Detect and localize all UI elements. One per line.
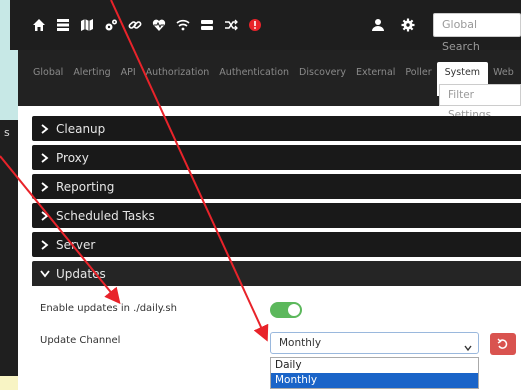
- chevron-down-icon: [40, 269, 52, 278]
- chevron-down-icon: [464, 339, 472, 359]
- updates-section-body: Enable updates in ./daily.sh Update Chan…: [32, 290, 521, 390]
- heartbeat-icon[interactable]: [148, 14, 170, 36]
- update-channel-label: Update Channel: [40, 335, 121, 346]
- section-reporting[interactable]: Reporting: [32, 174, 521, 199]
- section-scheduled-tasks[interactable]: Scheduled Tasks: [32, 203, 521, 228]
- gear-icon[interactable]: [397, 14, 419, 36]
- chevron-right-icon: [40, 152, 52, 163]
- chevron-right-icon: [40, 181, 52, 192]
- nav-icon-group: [28, 14, 268, 36]
- update-channel-dropdown: Daily Monthly: [270, 357, 479, 389]
- section-label: Scheduled Tasks: [56, 208, 155, 223]
- chevron-right-icon: [40, 123, 52, 134]
- section-label: Server: [56, 237, 96, 252]
- tab-global[interactable]: Global: [28, 62, 68, 96]
- reset-to-default-button[interactable]: [490, 333, 516, 355]
- link-icon[interactable]: [124, 14, 146, 36]
- tab-api[interactable]: API: [116, 62, 141, 96]
- undo-icon: [497, 335, 509, 354]
- tab-poller[interactable]: Poller: [400, 62, 436, 96]
- section-label: Cleanup: [56, 121, 106, 136]
- option-daily[interactable]: Daily: [271, 358, 478, 373]
- chevron-right-icon: [40, 210, 52, 221]
- enable-updates-toggle[interactable]: [270, 302, 302, 318]
- section-label: Updates: [56, 266, 106, 281]
- global-search-input[interactable]: Global Search: [433, 13, 521, 53]
- home-icon[interactable]: [28, 14, 50, 36]
- alert-icon[interactable]: [244, 14, 266, 36]
- user-icon[interactable]: [367, 14, 389, 36]
- tab-authorization[interactable]: Authorization: [141, 62, 215, 96]
- tab-external[interactable]: External: [351, 62, 400, 96]
- tab-discovery[interactable]: Discovery: [294, 62, 351, 96]
- section-proxy[interactable]: Proxy: [32, 145, 521, 170]
- section-label: Proxy: [56, 150, 89, 165]
- chevron-right-icon: [40, 239, 52, 250]
- tab-alerting[interactable]: Alerting: [68, 62, 115, 96]
- filter-settings-input[interactable]: Filter Settings: [439, 84, 521, 121]
- section-cleanup[interactable]: Cleanup: [32, 116, 521, 141]
- section-label: Reporting: [56, 179, 115, 194]
- enable-updates-label: Enable updates in ./daily.sh: [40, 303, 177, 314]
- background-window: s: [0, 120, 18, 390]
- top-navbar: Global Search: [10, 0, 521, 53]
- wifi-icon[interactable]: [172, 14, 194, 36]
- option-monthly[interactable]: Monthly: [271, 373, 478, 388]
- tab-authentication[interactable]: Authentication: [214, 62, 294, 96]
- storage-icon[interactable]: [196, 14, 218, 36]
- update-channel-select[interactable]: Monthly: [270, 332, 479, 354]
- update-channel-value: Monthly: [279, 337, 322, 349]
- cogs-icon[interactable]: [100, 14, 122, 36]
- map-icon[interactable]: [76, 14, 98, 36]
- section-server[interactable]: Server: [32, 232, 521, 257]
- section-updates[interactable]: Updates: [32, 261, 521, 286]
- settings-sections: Cleanup Proxy Reporting Scheduled Tasks …: [32, 116, 521, 286]
- random-icon[interactable]: [220, 14, 242, 36]
- toggle-knob: [288, 304, 300, 316]
- nav-right-group: Global Search: [367, 0, 521, 53]
- server-icon[interactable]: [52, 14, 74, 36]
- background-text: s: [4, 126, 10, 139]
